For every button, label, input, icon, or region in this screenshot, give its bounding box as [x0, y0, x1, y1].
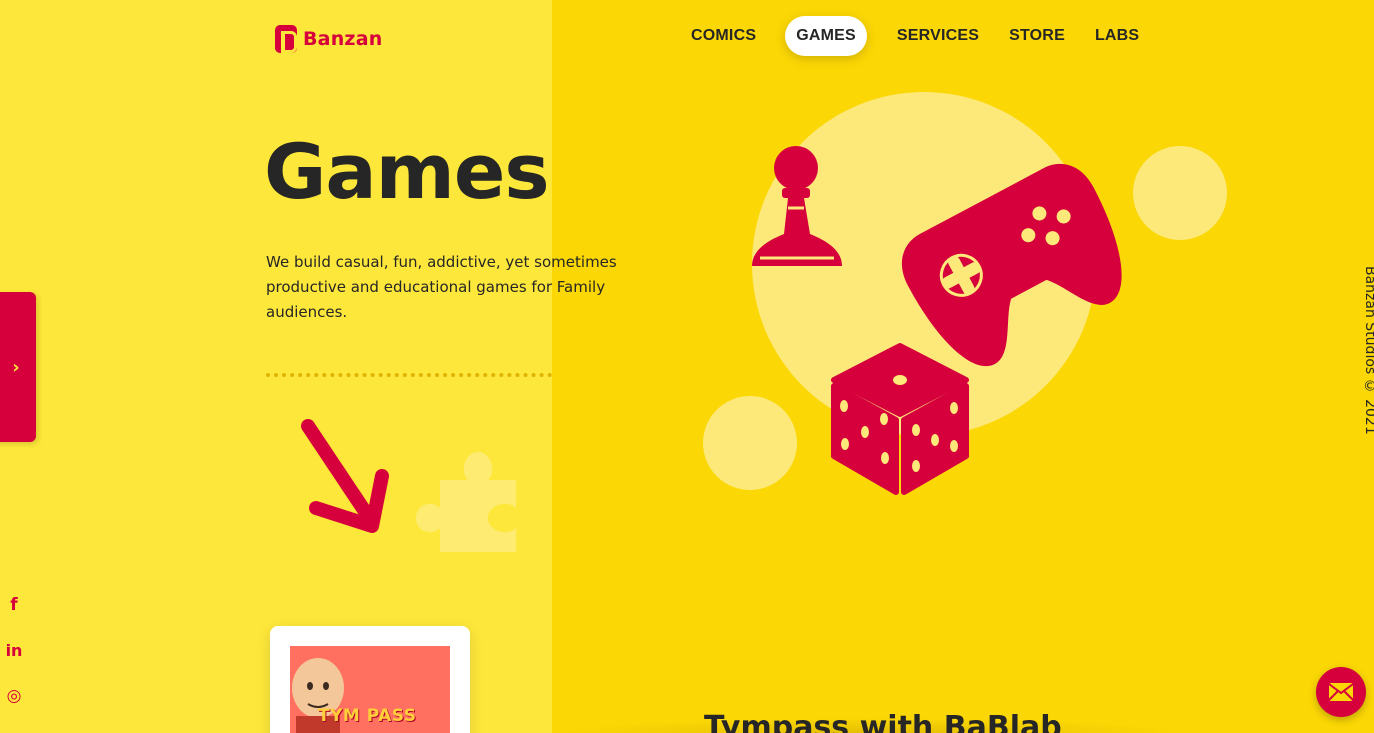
nav-item-comics[interactable]: COMICS [676, 16, 771, 56]
main-nav: COMICS GAMES SERVICES STORE LABS [676, 16, 1154, 56]
logo-mark-icon [275, 25, 297, 53]
nav-item-labs[interactable]: LABS [1080, 16, 1154, 56]
facebook-icon[interactable]: f [4, 595, 24, 615]
game-card[interactable]: TYM PASS [270, 626, 470, 733]
dotted-divider [266, 373, 552, 377]
nav-item-games[interactable]: GAMES [785, 16, 867, 56]
linkedin-icon[interactable]: in [4, 641, 24, 661]
logo[interactable]: Banzan [275, 24, 382, 54]
nav-item-services[interactable]: SERVICES [882, 16, 994, 56]
page-title: Games [264, 127, 550, 216]
instagram-icon[interactable]: ◎ [4, 686, 24, 706]
nav-item-store[interactable]: STORE [994, 16, 1080, 56]
hero-description: We build casual, fun, addictive, yet som… [266, 253, 617, 321]
games-illustration [703, 92, 1227, 495]
logo-text: Banzan [303, 28, 383, 50]
thumbnail-text: TYM PASS [318, 706, 417, 726]
mail-icon [1328, 683, 1354, 701]
left-panel [0, 0, 552, 733]
arrow-illustration [301, 419, 389, 533]
game-thumbnail: TYM PASS [290, 646, 450, 733]
chevron-right-icon: › [12, 356, 20, 378]
puzzle-piece-icon [416, 452, 516, 552]
game-title: Tympass with BaBlab [704, 710, 1062, 733]
contact-button[interactable] [1316, 667, 1366, 717]
side-drawer-tab[interactable]: › [0, 292, 36, 442]
copyright-text: Banzan Studios © 2021 [1362, 266, 1374, 435]
